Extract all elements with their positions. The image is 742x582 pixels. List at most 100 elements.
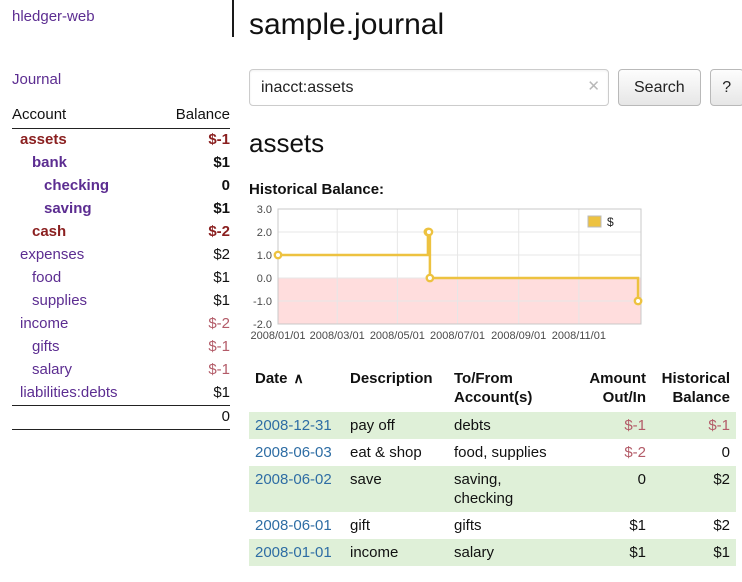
- account-heading: assets: [249, 128, 742, 159]
- accounts-total-spacer: [12, 406, 156, 430]
- search-input[interactable]: [249, 69, 609, 106]
- svg-text:2.0: 2.0: [257, 227, 272, 239]
- sidebar: hledger-web Journal Account Balance asse…: [0, 0, 233, 566]
- account-balance: 0: [156, 175, 230, 198]
- transaction-description: pay off: [344, 412, 448, 439]
- account-link[interactable]: gifts: [32, 338, 60, 355]
- transaction-amount: $1: [574, 512, 652, 539]
- help-button[interactable]: ?: [710, 69, 742, 106]
- register-header-date[interactable]: Date ∧: [249, 366, 344, 412]
- account-balance: $-1: [156, 129, 230, 153]
- transaction-description: income: [344, 539, 448, 566]
- account-cell: salary: [12, 359, 156, 382]
- account-link[interactable]: assets: [20, 131, 67, 148]
- accounts-total-row: 0: [12, 406, 230, 430]
- page-title: sample.journal: [249, 8, 742, 42]
- svg-text:2008/07/01: 2008/07/01: [430, 330, 485, 342]
- transaction-row: 2008-01-01incomesalary$1$1: [249, 539, 736, 566]
- account-balance: $-2: [156, 221, 230, 244]
- accounts-header-balance: Balance: [156, 104, 230, 129]
- sort-ascending-icon: ∧: [294, 370, 304, 386]
- register-header-description: Description: [344, 366, 448, 412]
- account-cell: bank: [12, 152, 156, 175]
- account-link[interactable]: food: [32, 269, 61, 286]
- svg-text:2008/03/01: 2008/03/01: [310, 330, 365, 342]
- account-cell: food: [12, 267, 156, 290]
- register-table-body: 2008-12-31pay offdebts$-1$-12008-06-03ea…: [249, 412, 736, 566]
- historical-balance-chart: $3.02.01.00.0-1.0-2.02008/01/012008/03/0…: [249, 204, 649, 352]
- transaction-date-link[interactable]: 2008-06-02: [255, 471, 332, 488]
- account-balance: $1: [156, 152, 230, 175]
- svg-text:2008/05/01: 2008/05/01: [370, 330, 425, 342]
- account-link[interactable]: checking: [44, 177, 109, 194]
- account-row: supplies $1: [12, 290, 230, 313]
- account-link[interactable]: saving: [44, 200, 92, 217]
- account-row: assets $-1: [12, 129, 230, 153]
- transaction-date-cell: 2008-06-03: [249, 439, 344, 466]
- account-balance: $-1: [156, 336, 230, 359]
- search-button[interactable]: Search: [618, 69, 701, 106]
- account-balance: $1: [156, 290, 230, 313]
- account-balance: $-1: [156, 359, 230, 382]
- clear-search-icon[interactable]: ✕: [587, 78, 600, 96]
- account-link[interactable]: salary: [32, 361, 72, 378]
- account-link[interactable]: bank: [32, 154, 67, 171]
- accounts-header-account: Account: [12, 104, 156, 129]
- app-title-link[interactable]: hledger-web: [12, 8, 95, 25]
- account-row: food $1: [12, 267, 230, 290]
- svg-text:-1.0: -1.0: [253, 296, 272, 308]
- account-cell: saving: [12, 198, 156, 221]
- search-bar: ✕ Search ?: [249, 69, 742, 106]
- account-link[interactable]: supplies: [32, 292, 87, 309]
- transaction-accounts: saving, checking: [448, 466, 574, 512]
- account-balance: $1: [156, 267, 230, 290]
- account-cell: supplies: [12, 290, 156, 313]
- transaction-accounts: food, supplies: [448, 439, 574, 466]
- transaction-row: 2008-12-31pay offdebts$-1$-1: [249, 412, 736, 439]
- account-link[interactable]: income: [20, 315, 68, 332]
- transaction-date-link[interactable]: 2008-12-31: [255, 417, 332, 434]
- transaction-date-link[interactable]: 2008-01-01: [255, 544, 332, 561]
- transaction-date-link[interactable]: 2008-06-01: [255, 517, 332, 534]
- register-header-amount: Amount Out/In: [574, 366, 652, 412]
- account-row: expenses $2: [12, 244, 230, 267]
- account-cell: assets: [12, 129, 156, 153]
- accounts-header-row: Account Balance: [12, 104, 230, 129]
- transaction-description: gift: [344, 512, 448, 539]
- transaction-row: 2008-06-02savesaving, checking0$2: [249, 466, 736, 512]
- account-link[interactable]: expenses: [20, 246, 84, 263]
- transaction-accounts: salary: [448, 539, 574, 566]
- transaction-date-cell: 2008-12-31: [249, 412, 344, 439]
- svg-text:0.0: 0.0: [257, 273, 272, 285]
- register-header-row: Date∧ Description To/From Account(s) Amo…: [249, 366, 736, 412]
- account-balance: $1: [156, 382, 230, 406]
- svg-text:2008/11/01: 2008/11/01: [552, 330, 606, 342]
- accounts-total-value: 0: [156, 406, 230, 430]
- svg-text:2008/01/01: 2008/01/01: [250, 330, 305, 342]
- transaction-balance: $-1: [652, 412, 736, 439]
- account-cell: liabilities:debts: [12, 382, 156, 406]
- search-box: ✕: [249, 69, 609, 106]
- account-row: liabilities:debts $1: [12, 382, 230, 406]
- svg-text:1.0: 1.0: [257, 250, 272, 262]
- account-link[interactable]: liabilities:debts: [20, 384, 118, 401]
- transaction-row: 2008-06-01giftgifts$1$2: [249, 512, 736, 539]
- app-window: hledger-web Journal Account Balance asse…: [0, 0, 742, 566]
- account-row: checking 0: [12, 175, 230, 198]
- main-content: sample.journal ✕ Search ? assets Histori…: [233, 0, 742, 566]
- transaction-accounts: debts: [448, 412, 574, 439]
- date-header-label: Date: [255, 370, 288, 387]
- account-row: income $-2: [12, 313, 230, 336]
- account-row: cash $-2: [12, 221, 230, 244]
- account-cell: gifts: [12, 336, 156, 359]
- transaction-balance: $2: [652, 466, 736, 512]
- transaction-amount: $-1: [574, 412, 652, 439]
- register-table: Date∧ Description To/From Account(s) Amo…: [249, 366, 736, 566]
- transaction-date-link[interactable]: 2008-06-03: [255, 444, 332, 461]
- transaction-amount: $-2: [574, 439, 652, 466]
- journal-link[interactable]: Journal: [12, 71, 61, 88]
- account-balance: $-2: [156, 313, 230, 336]
- account-cell: income: [12, 313, 156, 336]
- account-link[interactable]: cash: [32, 223, 66, 240]
- account-balance: $2: [156, 244, 230, 267]
